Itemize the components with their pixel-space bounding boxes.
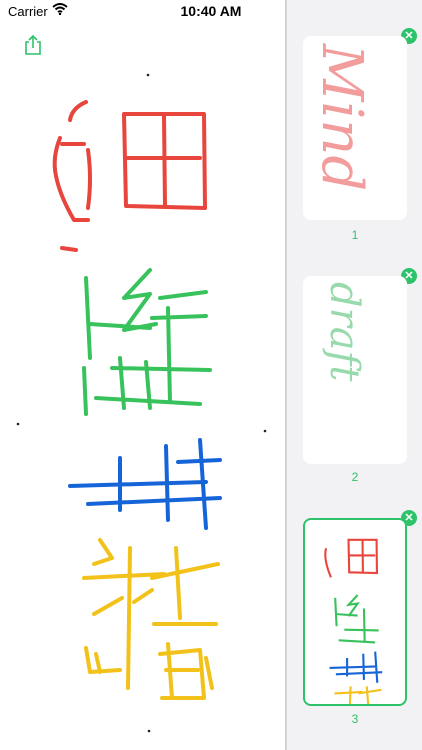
share-icon[interactable] <box>22 34 44 56</box>
thumbnail-label-1: 1 <box>351 228 359 242</box>
drawing-canvas[interactable] <box>0 58 285 750</box>
page-thumbnail-2[interactable]: draft <box>303 276 407 464</box>
green-character-stroke <box>82 268 212 416</box>
page-thumbnail-panel: ✕ Mind 1 ✕ draft 2 ✕ 3 <box>286 0 422 750</box>
thumbnail-label-2: 2 <box>351 470 359 484</box>
page-thumbnail-1[interactable]: Mind <box>303 36 407 220</box>
svg-text:Mind: Mind <box>309 43 374 191</box>
red-character-stroke <box>52 100 207 252</box>
page-thumbnail-3[interactable] <box>303 518 407 706</box>
thumbnail-3-drawing <box>324 538 383 704</box>
yellow-character-stroke <box>82 538 220 700</box>
thumbnail-2-drawing: draft <box>321 282 367 382</box>
blue-character-stroke <box>68 438 222 530</box>
svg-text:draft: draft <box>321 282 367 382</box>
thumbnail-label-3: 3 <box>351 712 359 726</box>
thumbnail-1-drawing: Mind <box>309 43 374 191</box>
